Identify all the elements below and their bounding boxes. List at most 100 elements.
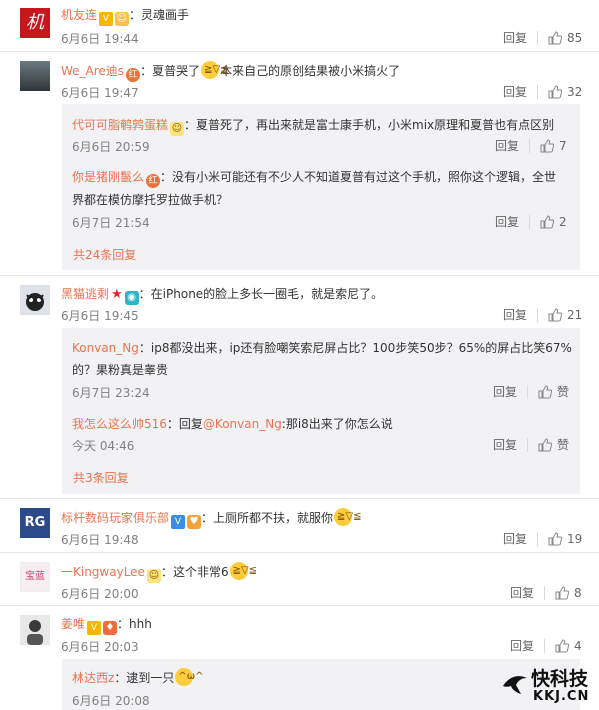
like-count: 8 (574, 585, 582, 600)
bird-logo-icon (503, 676, 527, 694)
reply-text: ：没有小米可能还有不少人不知道夏普有过这个手机，照你这个逻辑，全世 (160, 170, 557, 184)
reply-time: 6月7日 23:24 (72, 386, 150, 400)
thumbs-up-icon (555, 638, 570, 652)
reply-button[interactable]: 回复 (503, 306, 527, 323)
divider (0, 498, 599, 499)
more-replies-link[interactable]: 共24条回复 (73, 246, 136, 263)
username[interactable]: We_Are迪s (61, 64, 124, 78)
like-button[interactable]: 19 (548, 532, 582, 546)
like-count: 2 (559, 214, 567, 229)
comment-text-line: 黑猫逃剩 ★ ◉ ：在iPhone的脸上多长一圈毛，就是索尼了。 (61, 285, 383, 305)
comment-actions: 回复 85 (503, 29, 582, 46)
thumbs-up-icon (548, 30, 563, 44)
username[interactable]: 机友连 (61, 8, 97, 22)
avatar[interactable]: RG (20, 508, 50, 538)
reply-button[interactable]: 回复 (495, 213, 519, 230)
reply-text-line: 你是猪刚鬣么红：没有小米可能还有不少人不知道夏普有过这个手机，照你这个逻辑，全世 (72, 168, 556, 188)
divider (537, 307, 539, 322)
thumbs-up-icon (555, 585, 570, 599)
reply-text-cont: 的？果粉真是睾贵 (72, 363, 169, 377)
more-replies-link[interactable]: 共3条回复 (73, 469, 129, 486)
reply-time: 6月6日 20:59 (72, 140, 150, 154)
like-button[interactable]: 2 (540, 215, 567, 229)
like-button[interactable]: 85 (548, 31, 582, 45)
like-label: 赞 (557, 385, 570, 399)
divider (0, 605, 599, 606)
thumbs-up-icon (548, 531, 563, 545)
divider (529, 138, 531, 153)
thumbs-up-icon (538, 384, 553, 398)
reply-text-line: 林达西z：逮到一只 ^ω^ (72, 668, 203, 686)
reply-text-line: 代可可脂鹌鹑蛋糕 ☺ ：夏普死了，再出来就是富士康手机，小米mix原理和夏普也有点区… (72, 116, 554, 136)
reply-text: ：逮到一只 (114, 671, 175, 685)
reply-button[interactable]: 回复 (503, 83, 527, 100)
avatar[interactable]: 宝蓝 (20, 562, 50, 592)
divider (537, 30, 539, 45)
like-count: 21 (567, 307, 583, 322)
divider (529, 214, 531, 229)
reply-text-line: Konvan_Ng：ip8都没出来，ip还有脸嘲笑索尼屏占比？100步笑50步？… (72, 339, 572, 356)
reply-button[interactable]: 回复 (510, 584, 534, 601)
cat-avatar-icon (26, 293, 44, 311)
comment-time: 6月6日 19:47 (61, 86, 139, 100)
star-icon: ★ (111, 287, 123, 302)
like-button[interactable]: 7 (540, 139, 567, 153)
comment-text-cont: 本来自己的原创结果被小米搞火了 (220, 64, 401, 78)
username[interactable]: 你是猪刚鬣么 (72, 170, 144, 184)
reply-button[interactable]: 回复 (493, 383, 517, 400)
like-count: 19 (567, 531, 583, 546)
reply-button[interactable]: 回复 (503, 29, 527, 46)
like-button[interactable]: 32 (548, 85, 582, 99)
thumbs-up-icon (548, 307, 563, 321)
comment-text-line: 标杆数码玩家俱乐部 V ♥ ：上厕所都不扶，就服你 ≧▽≦ (61, 508, 361, 529)
like-button[interactable]: 赞 (538, 383, 569, 400)
thumbs-up-icon (540, 138, 555, 152)
divider (537, 84, 539, 99)
reply-button[interactable]: 回复 (503, 530, 527, 547)
avatar[interactable]: 机 (20, 8, 50, 38)
reply-text: ：ip8都没出来，ip还有脸嘲笑索尼屏占比？100步笑50步？65%的屏占比笑6… (138, 341, 572, 355)
reply-actions: 回复 赞 (493, 436, 569, 453)
avatar[interactable] (20, 285, 50, 315)
like-button[interactable]: 8 (555, 586, 582, 600)
username[interactable]: 我怎么这么帅516 (72, 417, 167, 431)
watermark-name: 快科技 (531, 668, 589, 690)
avatar-text: RG (24, 515, 46, 530)
comment-actions: 回复 19 (503, 530, 582, 547)
like-button[interactable]: 4 (555, 639, 582, 653)
username[interactable]: 黑猫逃剩 (61, 287, 109, 301)
username[interactable]: 代可可脂鹌鹑蛋糕 (72, 118, 168, 132)
comment-text: ：这个非常6 (160, 565, 229, 579)
avatar[interactable] (20, 615, 50, 645)
reply-button[interactable]: 回复 (510, 637, 534, 654)
laugh-cry-emoji-icon: ≧▽≦ (201, 61, 229, 79)
avatar-text: 宝蓝 (25, 571, 45, 582)
thumbs-up-icon (538, 437, 553, 451)
reply-actions: 回复 7 (495, 137, 567, 154)
comment-text: ：夏普哭了 (140, 64, 201, 78)
username[interactable]: 一KingwayLee (61, 565, 145, 579)
member-icon: ☺ (170, 122, 185, 136)
reply-time: 今天 04:46 (72, 439, 135, 453)
camera-icon: ◉ (124, 291, 139, 305)
reply-text: ：回复 (166, 417, 203, 431)
username[interactable]: 标杆数码玩家俱乐部 (61, 511, 169, 525)
reply-button[interactable]: 回复 (493, 436, 517, 453)
like-count: 32 (567, 84, 583, 99)
like-count: 85 (567, 30, 583, 45)
vip-icon: V (87, 621, 102, 635)
member-icon: ♦ (103, 621, 118, 635)
username[interactable]: 姜唯 (61, 617, 85, 631)
laugh-cry-emoji-icon: ≧▽≦ (229, 562, 257, 580)
reply-button[interactable]: 回复 (495, 137, 519, 154)
avatar[interactable] (20, 61, 50, 91)
like-button[interactable]: 21 (548, 308, 582, 322)
mention-link[interactable]: @Konvan_Ng (203, 417, 282, 431)
username[interactable]: Konvan_Ng (72, 341, 139, 355)
username[interactable]: 林达西z (72, 671, 114, 685)
watermark-url: KKJ.CN (533, 689, 590, 704)
like-button[interactable]: 赞 (538, 436, 569, 453)
divider (0, 51, 599, 52)
comment-actions: 回复 32 (503, 83, 582, 100)
reply-actions: 回复 2 (495, 213, 567, 230)
